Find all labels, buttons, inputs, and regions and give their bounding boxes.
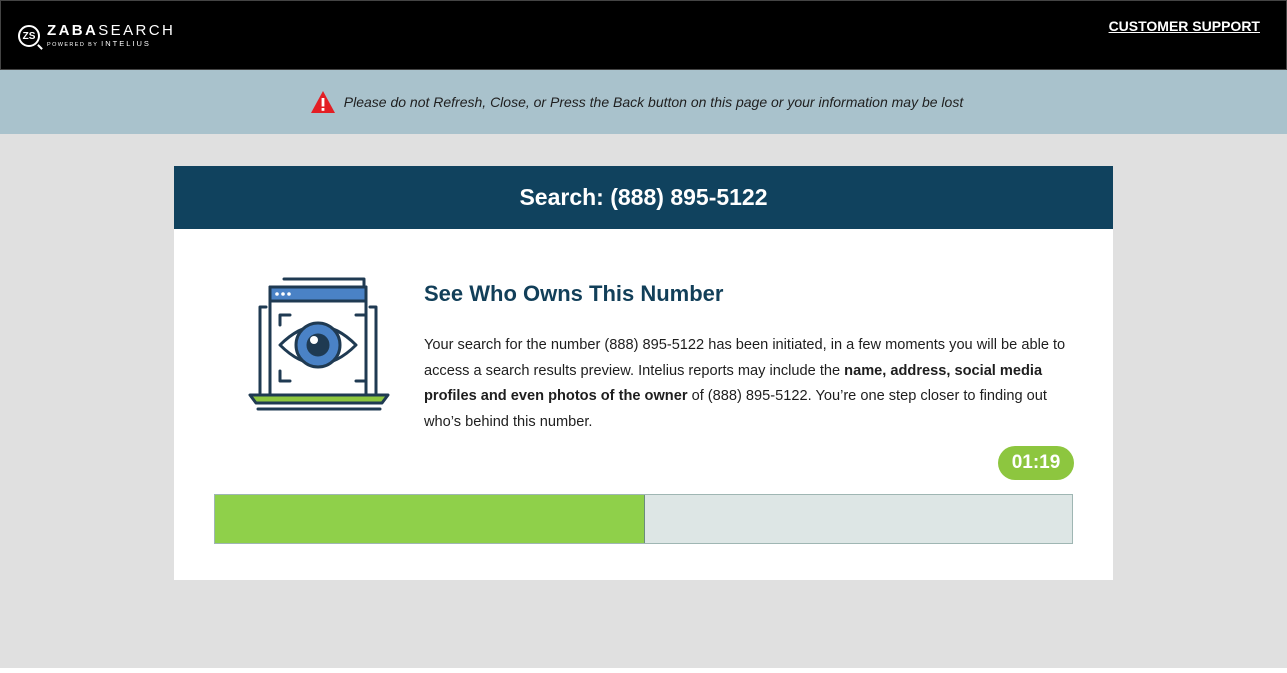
progress-bar: [214, 494, 1073, 544]
site-header: ZS ZABASEARCH POWERED BY INTELIUS CUSTOM…: [0, 0, 1287, 70]
progress-bar-fill: [215, 495, 645, 543]
search-progress-card: Search: (888) 895-5122 See Who Owns This…: [174, 166, 1113, 580]
logo-badge-icon: ZS: [18, 25, 40, 47]
logo-brand-light: SEARCH: [98, 22, 176, 40]
search-title: Search: (888) 895-5122: [174, 166, 1113, 229]
customer-support-link[interactable]: CUSTOMER SUPPORT: [1109, 18, 1260, 34]
content-description: Your search for the number (888) 895-512…: [424, 333, 1084, 435]
logo-brand-bold: ZABA: [47, 22, 99, 40]
logo-partner: INTELIUS: [101, 39, 151, 49]
laptop-eye-icon: [248, 277, 390, 411]
warning-triangle-icon: [310, 91, 335, 113]
logo-wordmark: ZABASEARCH POWERED BY INTELIUS: [47, 23, 175, 49]
warning-text: Please do not Refresh, Close, or Press t…: [343, 94, 964, 110]
zabasearch-logo[interactable]: ZS ZABASEARCH POWERED BY INTELIUS: [18, 20, 175, 52]
countdown-timer: 01:19: [998, 446, 1074, 480]
logo-powered-by: POWERED BY: [47, 42, 99, 49]
content-heading: See Who Owns This Number: [424, 281, 724, 306]
warning-banner: Please do not Refresh, Close, or Press t…: [0, 70, 1287, 134]
